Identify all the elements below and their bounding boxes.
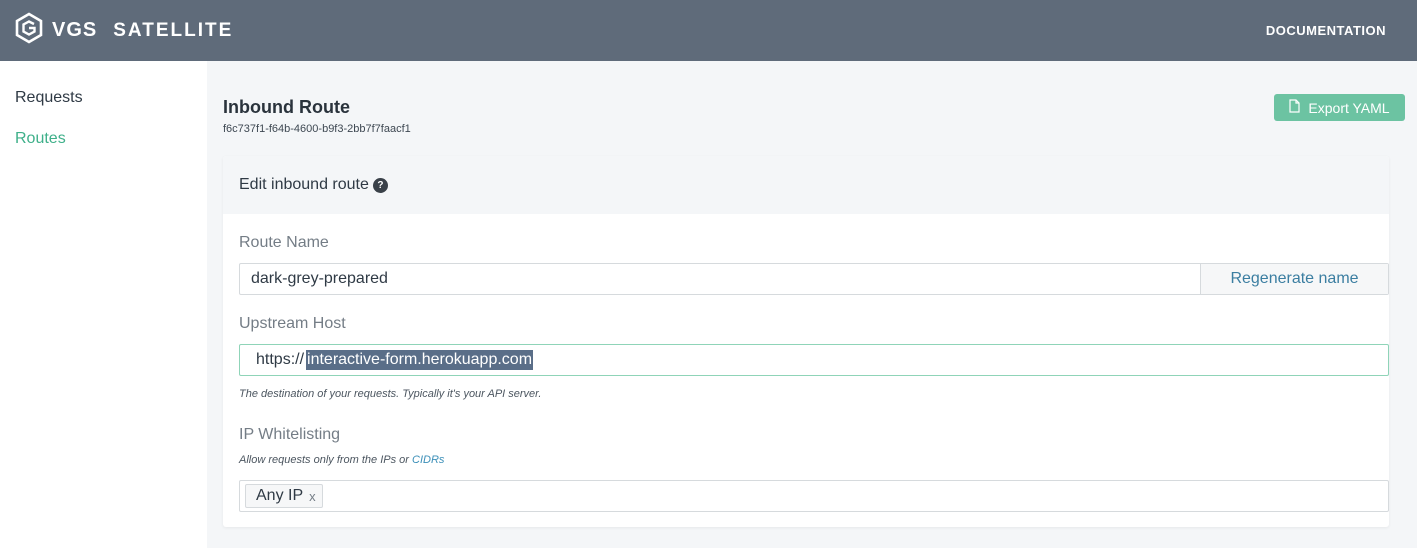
file-icon (1289, 99, 1301, 116)
cidrs-link[interactable]: CIDRs (412, 454, 444, 466)
ip-tag-label: Any IP (256, 487, 304, 504)
regenerate-name-button[interactable]: Regenerate name (1200, 264, 1388, 294)
brand[interactable]: VGS SATELLITE (14, 12, 233, 49)
protocol-prefix: https:// (256, 351, 305, 368)
upstream-host-label: Upstream Host (239, 315, 346, 332)
route-name-group: Regenerate name (239, 263, 1389, 295)
ip-whitelist-input[interactable]: Any IP x (239, 480, 1389, 512)
edit-route-card: Edit inbound route ? Route Name Regenera… (223, 156, 1389, 527)
card-header: Edit inbound route ? (223, 156, 1389, 214)
route-name-label: Route Name (239, 234, 329, 251)
ip-whitelisting-label: IP Whitelisting (239, 426, 341, 443)
ip-whitelisting-help-text: Allow requests only from the IPs or (239, 454, 409, 466)
main-content: Inbound Route f6c737f1-f64b-4600-b9f3-2b… (207, 61, 1417, 548)
route-id: f6c737f1-f64b-4600-b9f3-2bb7f7faacf1 (223, 123, 411, 135)
vgs-hexagon-logo-icon (14, 12, 44, 49)
brand-name: VGS (52, 19, 98, 41)
upstream-host-input[interactable]: https:// interactive-form.herokuapp.com (239, 344, 1389, 376)
upstream-host-help: The destination of your requests. Typica… (239, 388, 542, 400)
ip-whitelisting-help: Allow requests only from the IPs or CIDR… (239, 454, 444, 466)
ip-tag: Any IP x (245, 484, 323, 508)
documentation-link[interactable]: DOCUMENTATION (1266, 23, 1386, 38)
sidebar: Requests Routes (0, 61, 207, 548)
export-yaml-label: Export YAML (1308, 99, 1390, 116)
page-title: Inbound Route (223, 97, 350, 117)
route-name-input[interactable] (240, 264, 1200, 294)
export-yaml-button[interactable]: Export YAML (1274, 94, 1405, 121)
upstream-host-value[interactable]: interactive-form.herokuapp.com (306, 350, 534, 370)
product-name: SATELLITE (113, 19, 234, 41)
top-bar: VGS SATELLITE DOCUMENTATION (0, 0, 1417, 61)
card-heading: Edit inbound route (239, 176, 369, 193)
close-icon[interactable]: x (309, 489, 316, 504)
sidebar-item-requests[interactable]: Requests (15, 89, 83, 107)
sidebar-item-routes[interactable]: Routes (15, 130, 66, 148)
question-circle-icon[interactable]: ? (372, 177, 388, 193)
